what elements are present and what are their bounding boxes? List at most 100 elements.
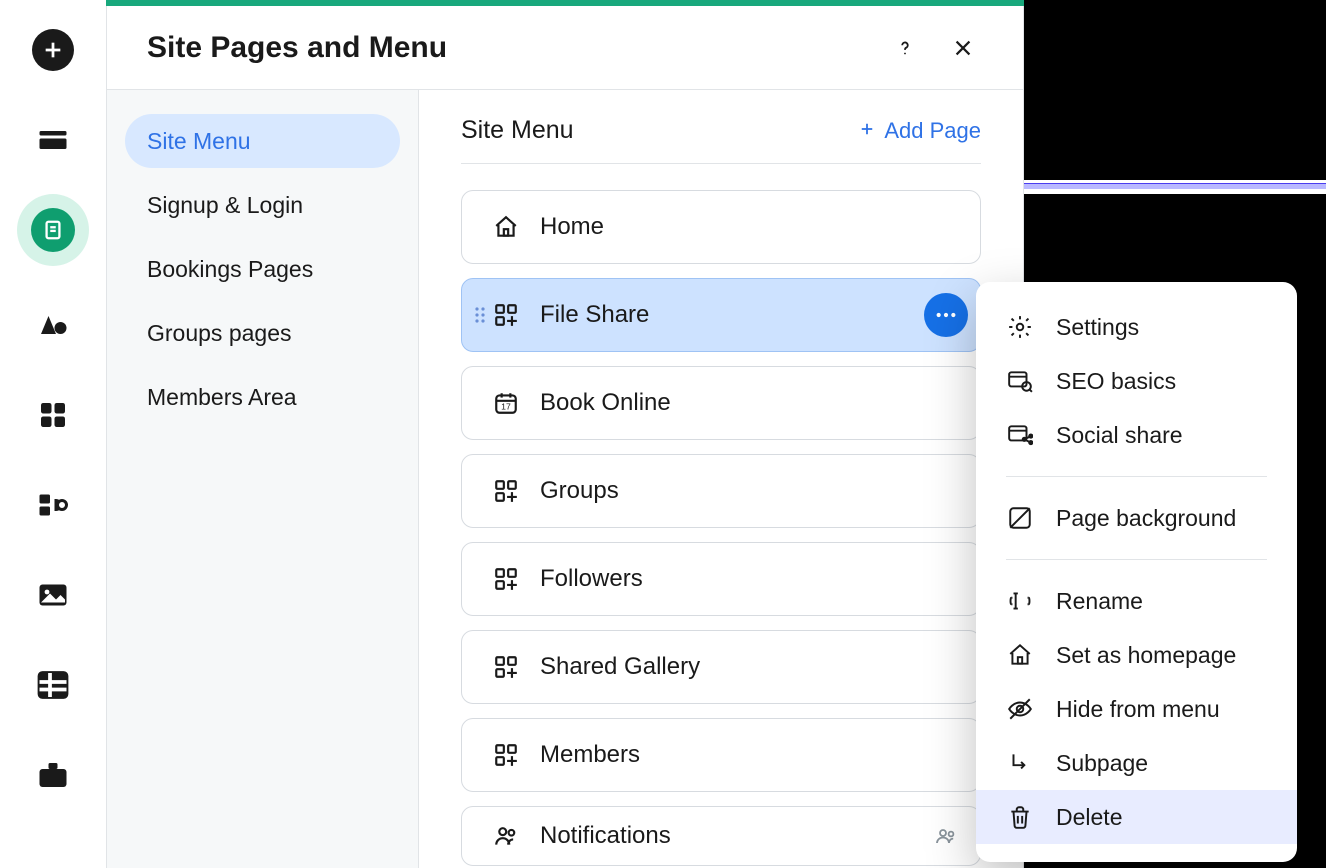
sidenav-label: Signup & Login	[147, 192, 303, 219]
svg-text:17: 17	[501, 402, 511, 412]
sidenav-label: Bookings Pages	[147, 256, 313, 283]
page-label: Home	[540, 213, 950, 241]
toolbar-pages[interactable]	[0, 180, 106, 280]
subpage-icon	[1006, 749, 1034, 777]
page-item-shared-gallery[interactable]: Shared Gallery	[461, 630, 981, 704]
page-label: Followers	[540, 565, 950, 593]
app-icon	[492, 301, 520, 329]
media-icon	[33, 575, 73, 615]
briefcase-icon	[33, 755, 73, 795]
rename-icon	[1006, 587, 1034, 615]
panel-title: Site Pages and Menu	[147, 31, 885, 65]
context-item-delete[interactable]: Delete	[976, 790, 1297, 844]
background-icon	[1006, 504, 1034, 532]
context-label: Page background	[1056, 505, 1236, 532]
main-heading: Site Menu	[461, 116, 858, 145]
page-item-book-online[interactable]: 17 Book Online	[461, 366, 981, 440]
page-item-members[interactable]: Members	[461, 718, 981, 792]
sidenav: Site Menu Signup & Login Bookings Pages …	[107, 90, 419, 868]
context-item-hide-from-menu[interactable]: Hide from menu	[976, 682, 1297, 736]
add-page-label: Add Page	[884, 118, 981, 144]
page-label: Shared Gallery	[540, 653, 950, 681]
pages-list: Home File Share 17 Book Online	[461, 190, 981, 866]
context-label: Subpage	[1056, 750, 1148, 777]
context-label: SEO basics	[1056, 368, 1176, 395]
home-icon	[492, 213, 520, 241]
home-icon	[1006, 641, 1034, 669]
context-item-set-homepage[interactable]: Set as homepage	[976, 628, 1297, 682]
table-icon	[33, 665, 73, 705]
context-item-settings[interactable]: Settings	[976, 300, 1297, 354]
context-label: Settings	[1056, 314, 1139, 341]
context-item-page-background[interactable]: Page background	[976, 491, 1297, 545]
drag-handle-icon[interactable]	[474, 305, 488, 325]
page-item-notifications[interactable]: Notifications	[461, 806, 981, 866]
toolbar-sections[interactable]	[0, 100, 106, 180]
sidenav-item-groups-pages[interactable]: Groups pages	[125, 306, 400, 360]
sidenav-label: Members Area	[147, 384, 297, 411]
trash-icon	[1006, 803, 1034, 831]
sidenav-label: Groups pages	[147, 320, 291, 347]
toolbar-business[interactable]	[0, 730, 106, 820]
context-item-subpage[interactable]: Subpage	[976, 736, 1297, 790]
gear-icon	[1006, 313, 1034, 341]
page-item-followers[interactable]: Followers	[461, 542, 981, 616]
calendar-icon: 17	[492, 389, 520, 417]
page-context-menu: Settings SEO basics Social share Page ba…	[976, 282, 1297, 862]
sidenav-label: Site Menu	[147, 128, 251, 155]
theme-icon	[33, 305, 73, 345]
app-icon	[492, 477, 520, 505]
hide-icon	[1006, 695, 1034, 723]
toolbar-apps[interactable]	[0, 370, 106, 460]
page-label: File Share	[540, 301, 950, 329]
app-icon	[492, 653, 520, 681]
panel-header: Site Pages and Menu	[107, 6, 1023, 90]
main-content: Site Menu Add Page Home	[419, 90, 1023, 868]
page-label: Groups	[540, 477, 950, 505]
close-button[interactable]	[943, 28, 983, 68]
canvas-selection-line	[1024, 183, 1326, 189]
page-label: Members	[540, 741, 950, 769]
context-separator	[1006, 559, 1267, 560]
context-label: Hide from menu	[1056, 696, 1220, 723]
page-label: Notifications	[540, 822, 950, 850]
help-button[interactable]	[885, 28, 925, 68]
context-label: Rename	[1056, 588, 1143, 615]
apps-icon	[33, 395, 73, 435]
sidenav-item-bookings-pages[interactable]: Bookings Pages	[125, 242, 400, 296]
members-icon	[934, 824, 958, 848]
page-item-file-share[interactable]: File Share	[461, 278, 981, 352]
left-toolbar	[0, 0, 106, 868]
app-icon	[492, 565, 520, 593]
toolbar-media[interactable]	[0, 550, 106, 640]
sections-icon	[33, 120, 73, 160]
sidenav-item-site-menu[interactable]: Site Menu	[125, 114, 400, 168]
toolbar-addons[interactable]	[0, 460, 106, 550]
pages-icon	[31, 208, 75, 252]
pages-icon-wrap	[17, 194, 89, 266]
toolbar-table[interactable]	[0, 640, 106, 730]
toolbar-theme[interactable]	[0, 280, 106, 370]
page-item-home[interactable]: Home	[461, 190, 981, 264]
seo-icon	[1006, 367, 1034, 395]
context-separator	[1006, 476, 1267, 477]
plus-icon	[858, 118, 876, 144]
context-item-social-share[interactable]: Social share	[976, 408, 1297, 462]
context-item-rename[interactable]: Rename	[976, 574, 1297, 628]
people-icon	[492, 822, 520, 850]
canvas-region-top	[1024, 0, 1326, 180]
context-label: Social share	[1056, 422, 1183, 449]
plus-circle-icon	[32, 29, 74, 71]
context-label: Delete	[1056, 804, 1122, 831]
context-item-seo-basics[interactable]: SEO basics	[976, 354, 1297, 408]
app-icon	[492, 741, 520, 769]
pages-panel: Site Pages and Menu Site Menu Signup & L…	[106, 6, 1024, 868]
sidenav-item-signup-login[interactable]: Signup & Login	[125, 178, 400, 232]
page-actions-button[interactable]	[924, 293, 968, 337]
addons-icon	[33, 485, 73, 525]
sidenav-item-members-area[interactable]: Members Area	[125, 370, 400, 424]
page-label: Book Online	[540, 389, 950, 417]
add-page-button[interactable]: Add Page	[858, 118, 981, 144]
toolbar-add[interactable]	[0, 0, 106, 100]
page-item-groups[interactable]: Groups	[461, 454, 981, 528]
